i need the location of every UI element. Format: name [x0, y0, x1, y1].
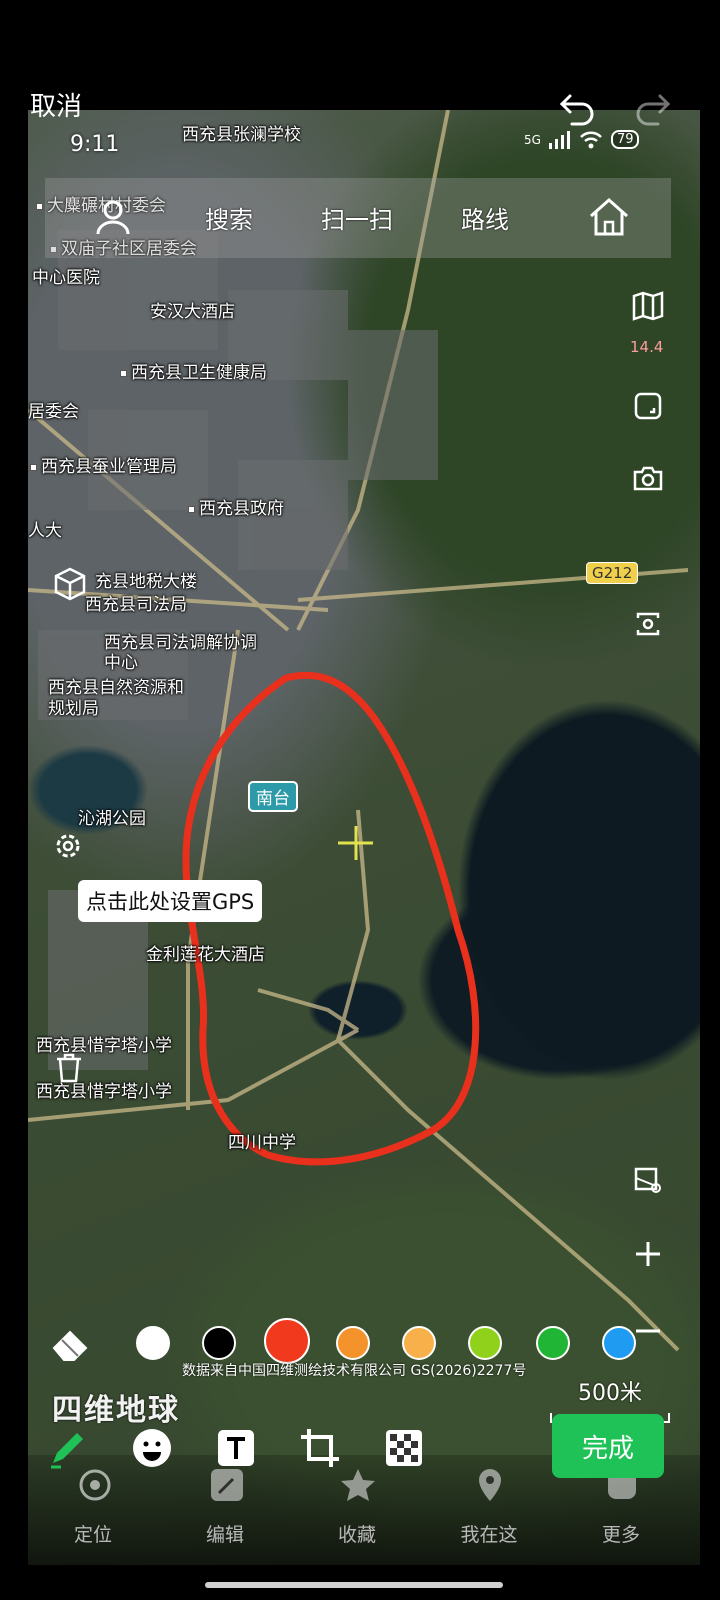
color-swatch[interactable]: [402, 1326, 436, 1360]
zoom-level: 14.4: [630, 338, 664, 356]
map-search-bar: 搜索 扫一扫 路线: [45, 178, 671, 258]
map-label: 人大: [28, 521, 62, 541]
undo-icon[interactable]: [558, 88, 598, 128]
scale-label: 500米: [578, 1381, 642, 1406]
mosaic-icon: [386, 1430, 422, 1466]
map-label: 充县地税大楼: [95, 572, 197, 592]
map-label: 西充县自然资源和规划局: [48, 678, 184, 719]
color-swatch[interactable]: [536, 1326, 570, 1360]
color-swatch[interactable]: [468, 1326, 502, 1360]
search-button[interactable]: 搜索: [205, 200, 253, 235]
emoji-tool[interactable]: [128, 1424, 176, 1472]
map-label: 西充县政府: [188, 494, 284, 519]
map-label: 西充县张澜学校: [182, 125, 301, 145]
pen-tool[interactable]: [44, 1424, 92, 1472]
done-button[interactable]: 完成: [552, 1414, 664, 1478]
color-swatch[interactable]: [264, 1318, 310, 1364]
map-label: 西充县蚕业管理局: [30, 452, 177, 477]
color-swatch[interactable]: [136, 1326, 170, 1360]
color-swatch[interactable]: [202, 1326, 236, 1360]
map-label: 居委会: [28, 402, 79, 422]
nav-edit[interactable]: 编辑: [180, 1520, 270, 1547]
home-icon[interactable]: [587, 196, 631, 238]
nav-favorites[interactable]: 收藏: [312, 1520, 402, 1547]
fullscreen-button[interactable]: [622, 380, 674, 432]
nav-locate[interactable]: 定位: [48, 1520, 138, 1547]
status-icons: 5G 79: [524, 130, 640, 149]
frame-icon: [634, 392, 662, 420]
nav-more[interactable]: 更多: [576, 1520, 666, 1547]
map-pin-icon: [634, 1167, 661, 1193]
rotate-camera-icon: [636, 612, 660, 636]
map-label: 沁湖公园: [78, 809, 146, 829]
text-tool[interactable]: [212, 1424, 260, 1472]
pencil-icon: [51, 1433, 83, 1469]
route-button[interactable]: 路线: [461, 200, 509, 235]
map-label: 西充县司法调解协调中心: [104, 633, 257, 673]
gps-tip[interactable]: 点击此处设置GPS: [78, 880, 263, 922]
cancel-button[interactable]: 取消: [30, 86, 82, 123]
emoji-icon: [133, 1429, 171, 1467]
camera-button[interactable]: [622, 452, 674, 504]
map-label: 安汉大酒店: [150, 302, 235, 322]
eraser-icon[interactable]: [50, 1324, 92, 1362]
editor-top-bar: [0, 0, 720, 110]
color-swatch[interactable]: [336, 1326, 370, 1360]
text-icon: [218, 1430, 254, 1466]
zoom-in-button[interactable]: [622, 1228, 674, 1280]
home-indicator: [205, 1582, 503, 1588]
camera-icon: [633, 466, 663, 491]
3d-cube-icon[interactable]: [52, 566, 88, 602]
plus-icon: [636, 1242, 660, 1266]
map-label: 西充县卫生健康局: [120, 358, 267, 383]
road-badge: G212: [586, 562, 639, 584]
map-layer-button[interactable]: [622, 280, 674, 332]
status-time: 9:11: [70, 132, 120, 157]
color-palette: [0, 1316, 720, 1366]
map-book-icon: [632, 291, 664, 321]
signal-icon: [548, 130, 570, 149]
mosaic-tool[interactable]: [380, 1424, 428, 1472]
redo-icon[interactable]: [632, 88, 672, 128]
map-label: 西充县司法局: [85, 595, 187, 615]
network-label: 5G: [524, 132, 541, 147]
color-swatch[interactable]: [602, 1326, 636, 1360]
crop-tool[interactable]: [296, 1424, 344, 1472]
battery-indicator: 79: [610, 130, 640, 149]
scan-button[interactable]: 扫一扫: [321, 200, 393, 235]
map-location-button[interactable]: [622, 1155, 674, 1207]
map-label: 中心医院: [32, 268, 100, 288]
trash-icon[interactable]: [54, 1052, 84, 1084]
map-label: 金利莲花大酒店: [146, 945, 265, 965]
gps-settings-icon[interactable]: [52, 828, 88, 864]
station-badge: 南台: [248, 781, 298, 812]
map-label: 四川中学: [228, 1133, 296, 1153]
nav-my-location[interactable]: 我在这: [444, 1520, 534, 1547]
copyright-text: 数据来自中国四维测绘技术有限公司 GS(2026)2277号: [182, 1363, 527, 1379]
wifi-icon: [580, 131, 602, 148]
rotate-camera-button[interactable]: [622, 598, 674, 650]
crop-icon: [301, 1429, 339, 1467]
user-icon[interactable]: [93, 196, 133, 236]
